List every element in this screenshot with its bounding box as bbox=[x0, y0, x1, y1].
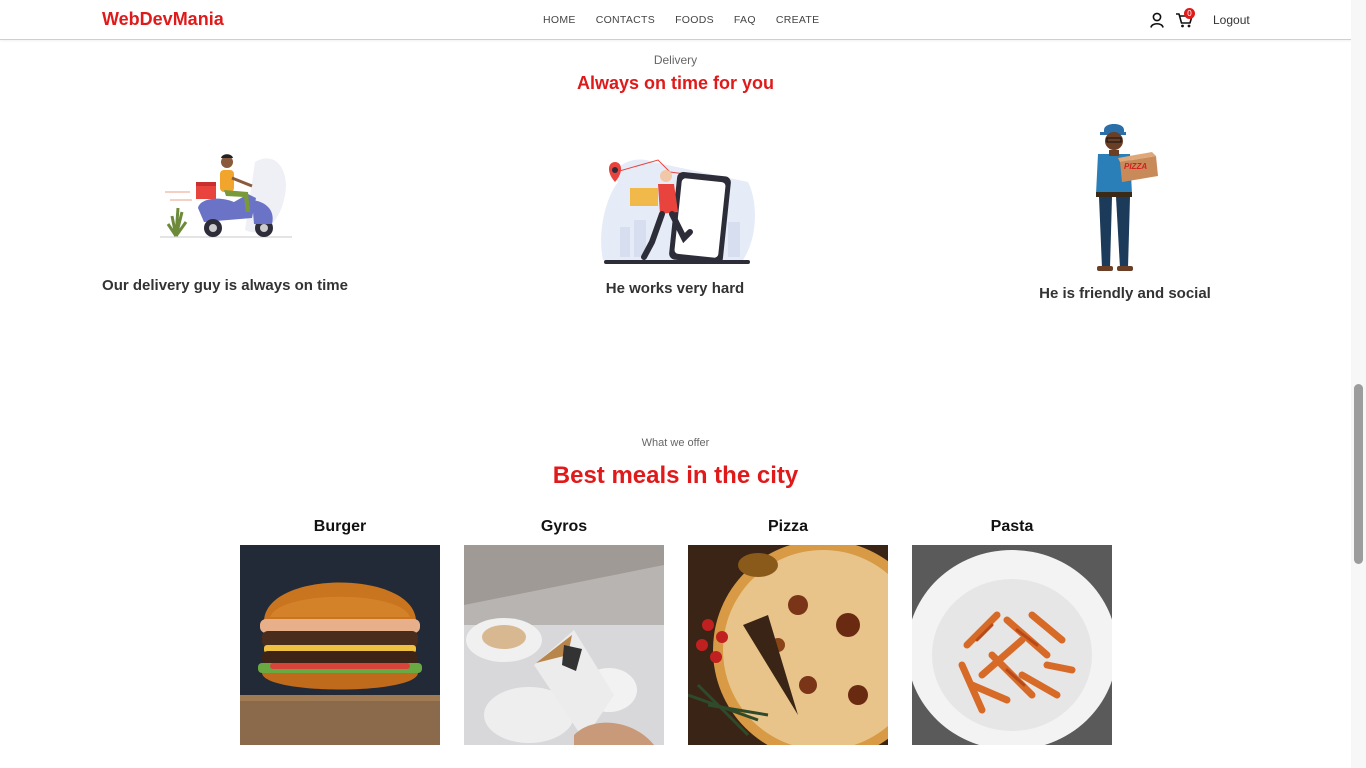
delivery-caption-1: Our delivery guy is always on time bbox=[102, 277, 348, 294]
delivery-kicker: Delivery bbox=[653, 53, 698, 67]
delivery-caption-2: He works very hard bbox=[605, 280, 745, 297]
navbar: WebDevMania HOME CONTACTS FOODS FAQ CREA… bbox=[0, 0, 1351, 40]
phone-map-delivery-illustration bbox=[601, 159, 755, 264]
nav-links: HOME CONTACTS FOODS FAQ CREATE bbox=[543, 14, 839, 26]
nav-faq[interactable]: FAQ bbox=[734, 14, 756, 26]
scooter-delivery-illustration bbox=[160, 154, 292, 238]
logout-link[interactable]: Logout bbox=[1213, 13, 1250, 27]
cart-count-badge: 0 bbox=[1184, 8, 1195, 19]
meal-title-gyros: Gyros bbox=[540, 518, 588, 535]
scrollbar-thumb[interactable] bbox=[1354, 384, 1363, 564]
nav-contacts[interactable]: CONTACTS bbox=[596, 14, 655, 26]
meal-title-burger: Burger bbox=[313, 518, 367, 535]
meal-title-pasta: Pasta bbox=[990, 518, 1034, 535]
nav-create[interactable]: CREATE bbox=[776, 14, 820, 26]
delivery-title: Always on time for you bbox=[576, 73, 775, 93]
delivery-caption-3: He is friendly and social bbox=[1039, 285, 1211, 302]
pizza-delivery-man-illustration: PIZZA bbox=[1096, 124, 1158, 271]
offer-title: Best meals in the city bbox=[552, 462, 799, 489]
user-icon[interactable] bbox=[1150, 12, 1164, 28]
meal-title-pizza: Pizza bbox=[767, 518, 808, 535]
brand-logo[interactable]: WebDevMania bbox=[102, 9, 224, 30]
pasta-photo[interactable] bbox=[912, 545, 1112, 745]
gyros-photo[interactable] bbox=[464, 545, 664, 745]
offer-kicker: What we offer bbox=[641, 437, 710, 449]
burger-photo[interactable] bbox=[240, 545, 440, 745]
pizza-box-text: PIZZA bbox=[1124, 162, 1147, 171]
nav-foods[interactable]: FOODS bbox=[675, 14, 714, 26]
nav-home[interactable]: HOME bbox=[543, 14, 576, 26]
pizza-photo[interactable] bbox=[688, 545, 888, 745]
